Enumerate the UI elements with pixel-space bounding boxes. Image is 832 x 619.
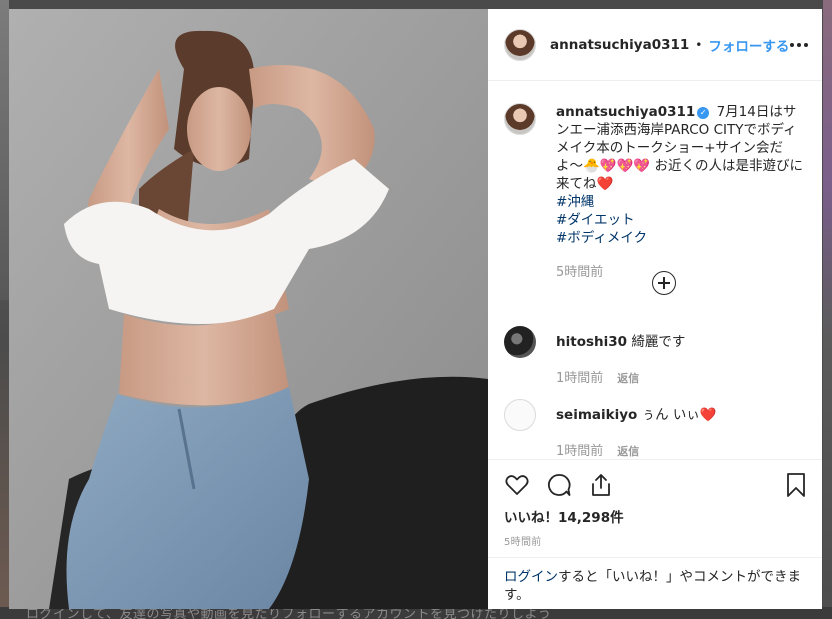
post-header: annatsuchiya0311 • フォローする <box>488 9 822 81</box>
like-heart-icon[interactable] <box>504 472 530 498</box>
commenter-avatar[interactable] <box>504 326 536 358</box>
post-detail-panel: annatsuchiya0311 • フォローする annatsuchiya03… <box>488 9 822 609</box>
comment-item: seimaikiyo ぅん いぃ❤️ 1時間前 返信 <box>504 399 809 459</box>
comment-body: hitoshi30 綺麗です <box>556 326 809 351</box>
caption: annatsuchiya0311 ✓ 7月14日はサンエー浦添西海岸PARCO C… <box>504 103 809 280</box>
hashtag-bodymake[interactable]: #ボディメイク <box>556 229 809 247</box>
commenter-avatar[interactable] <box>504 399 536 431</box>
comment-time: 1時間前 <box>556 371 604 386</box>
post-actions: いいね！14,298件 5時間前 ログインすると「いいね！」やコメントができます… <box>488 459 822 609</box>
photo-illustration <box>9 9 488 609</box>
login-prompt: ログインすると「いいね！」やコメントができます。 <box>488 557 822 604</box>
comment-time: 1時間前 <box>556 444 604 459</box>
likes-count[interactable]: いいね！14,298件 <box>504 506 624 526</box>
caption-author-avatar[interactable] <box>504 103 536 135</box>
comment-body: seimaikiyo ぅん いぃ❤️ <box>556 399 809 424</box>
comment-bubble-icon[interactable] <box>546 472 572 498</box>
comment-item: hitoshi30 綺麗です 1時間前 返信 <box>504 326 809 386</box>
more-options-icon[interactable] <box>790 37 808 53</box>
hashtag-okinawa[interactable]: #沖縄 <box>556 193 809 211</box>
login-link[interactable]: ログイン <box>504 569 558 585</box>
comment-meta: 1時間前 返信 <box>556 367 809 386</box>
comment-username[interactable]: seimaikiyo <box>556 407 637 423</box>
header-separator: • <box>695 37 703 52</box>
caption-body: annatsuchiya0311 ✓ 7月14日はサンエー浦添西海岸PARCO C… <box>556 103 809 247</box>
comment-meta: 1時間前 返信 <box>556 440 809 459</box>
action-icon-row <box>504 472 614 498</box>
comment-username[interactable]: hitoshi30 <box>556 334 627 350</box>
post-timestamp: 5時間前 <box>504 537 542 548</box>
share-upload-icon[interactable] <box>588 472 614 498</box>
comments-list[interactable]: annatsuchiya0311 ✓ 7月14日はサンエー浦添西海岸PARCO C… <box>488 81 822 459</box>
backdrop-left-image <box>0 0 9 300</box>
heart-emoji-icon: ❤️ <box>699 407 717 423</box>
hashtag-diet[interactable]: #ダイエット <box>556 211 809 229</box>
reply-button[interactable]: 返信 <box>617 443 639 459</box>
verified-badge-icon: ✓ <box>697 107 710 119</box>
reply-button[interactable]: 返信 <box>617 370 639 386</box>
follow-button[interactable]: フォローする <box>708 35 789 55</box>
comment-text: ぅん いぃ <box>641 407 700 423</box>
post-photo[interactable] <box>9 9 488 609</box>
caption-time: 5時間前 <box>556 265 604 280</box>
backdrop-right-thumbnail <box>823 0 832 619</box>
comment-text: 綺麗です <box>631 334 686 350</box>
author-username[interactable]: annatsuchiya0311 <box>550 37 689 53</box>
caption-username[interactable]: annatsuchiya0311 <box>556 104 695 120</box>
load-more-comments-icon[interactable] <box>652 271 676 295</box>
bookmark-save-icon[interactable] <box>784 472 808 498</box>
author-avatar[interactable] <box>504 28 536 61</box>
